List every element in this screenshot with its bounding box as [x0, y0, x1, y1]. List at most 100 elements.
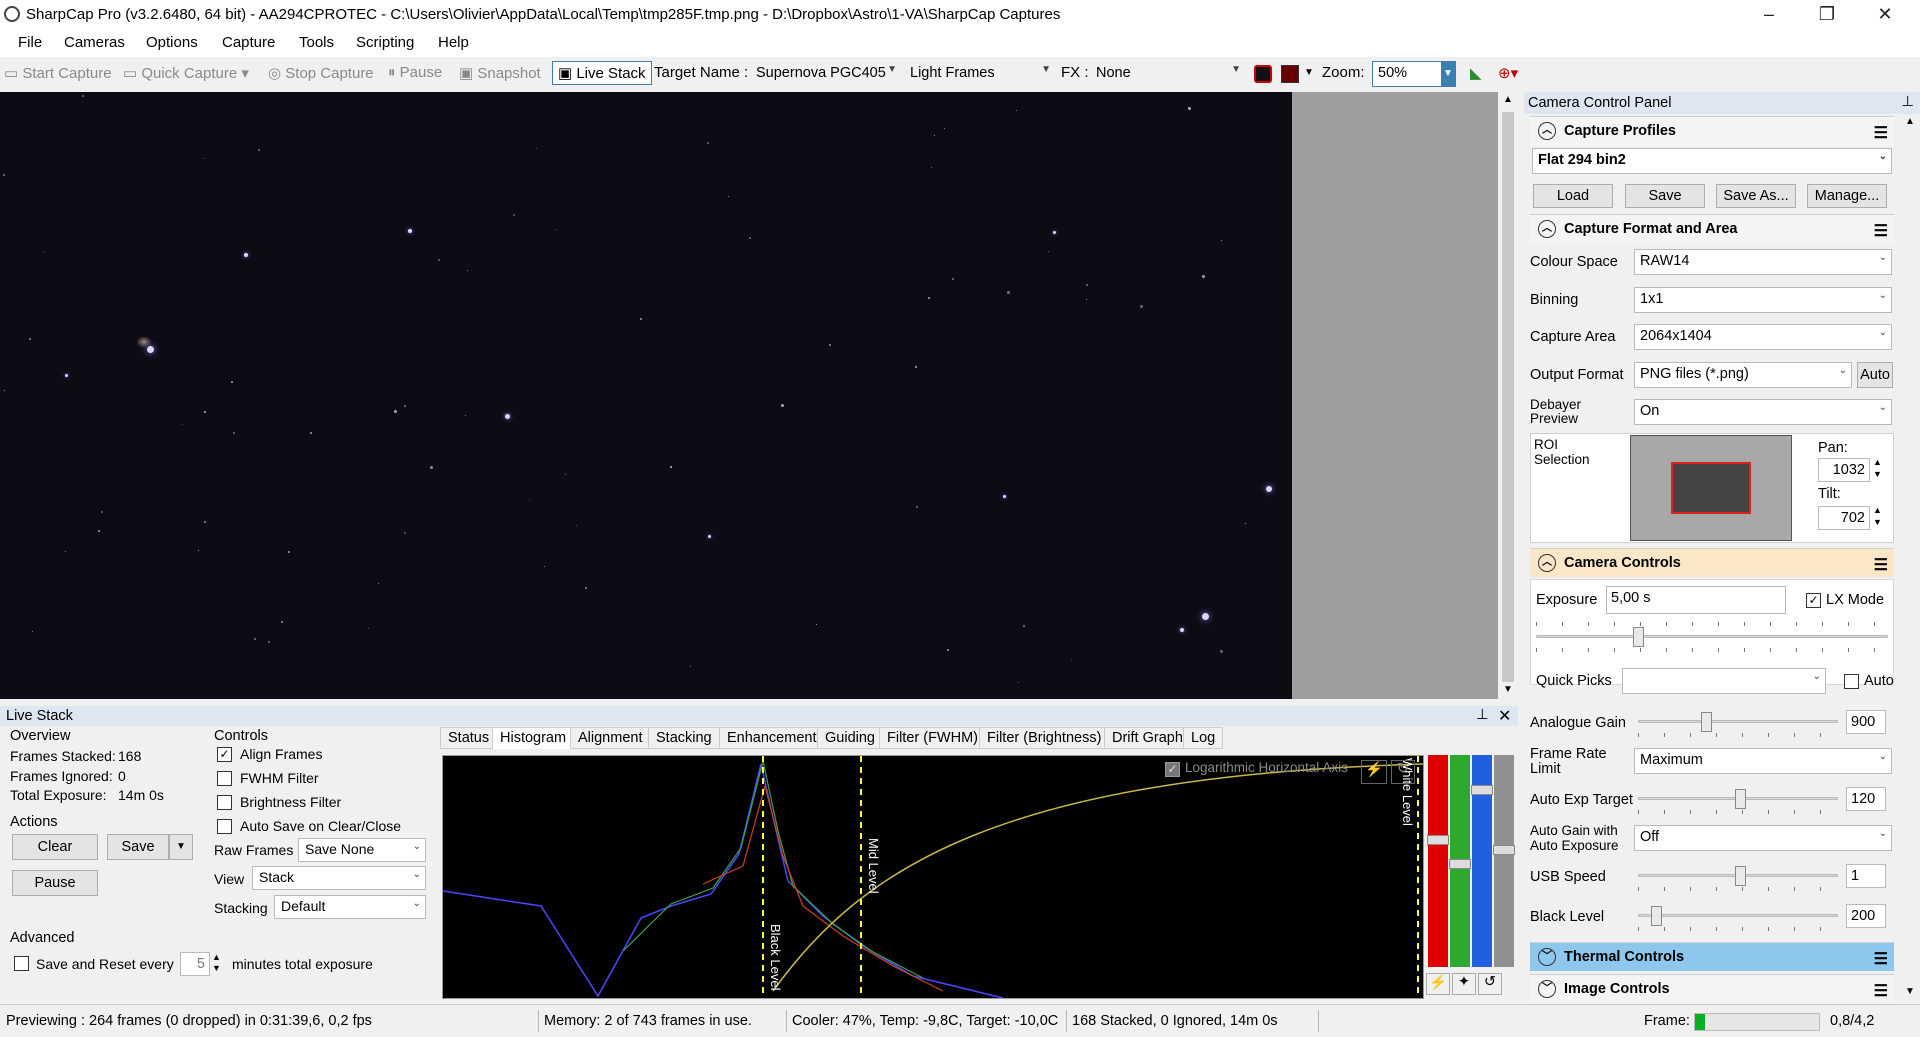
frames-type-combo[interactable]: Light Frames ▼ [904, 61, 1056, 87]
slider-thumb[interactable] [1471, 785, 1493, 795]
save-reset-checkbox[interactable] [14, 956, 29, 971]
tab-status[interactable]: Status [440, 727, 498, 749]
reset-icon[interactable]: ↻ [1391, 760, 1415, 784]
tab-stacking[interactable]: Stacking [648, 727, 720, 749]
pan-input[interactable]: 1032 [1818, 458, 1870, 482]
blue-channel-slider[interactable] [1471, 755, 1493, 967]
auto-gain-select[interactable]: Off ⌄ [1634, 825, 1892, 851]
menu-cameras[interactable]: Cameras [64, 34, 125, 51]
spinner-icon[interactable]: ▲ ▼ [1873, 456, 1882, 480]
tilt-input[interactable]: 702 [1818, 506, 1870, 530]
roi-rectangle[interactable] [1671, 462, 1751, 514]
capture-format-header[interactable]: ︿ Capture Format and Area ☰ [1530, 214, 1894, 243]
image-viewer[interactable] [0, 92, 1292, 699]
menu-file[interactable]: File [18, 34, 42, 51]
roi-preview[interactable] [1630, 435, 1792, 541]
snapshot-button[interactable]: ▣ Snapshot [459, 64, 541, 82]
red-channel-slider[interactable] [1427, 755, 1449, 967]
thermal-controls-header[interactable]: ﹀ Thermal Controls ☰ [1530, 942, 1894, 971]
star-balance-icon[interactable]: ✦ [1452, 973, 1476, 995]
exposure-input[interactable]: 5,00 s [1606, 586, 1786, 614]
slider-thumb[interactable] [1701, 712, 1712, 732]
tab-enhancement[interactable]: Enhancement [719, 727, 825, 749]
fwhm-filter-checkbox[interactable] [217, 771, 232, 786]
capture-area-select[interactable]: 2064x1404 ⌄ [1634, 324, 1892, 350]
brightness-filter-checkbox[interactable] [217, 795, 232, 810]
zoom-icon[interactable]: ⊕▾ [1498, 64, 1518, 82]
minimize-button[interactable]: – [1740, 0, 1798, 30]
clear-button[interactable]: Clear [12, 834, 98, 860]
zoom-combo[interactable]: 50% ▼ [1372, 61, 1456, 87]
auto-exp-slider[interactable] [1638, 789, 1838, 809]
pin-icon[interactable]: ⊥ [1476, 707, 1489, 723]
histogram-chart[interactable]: Black Level Mid Level White Level ✓ Loga… [442, 755, 1424, 999]
align-frames-checkbox[interactable]: ✓ [217, 747, 232, 762]
live-stack-button[interactable]: ▣ Live Stack [552, 61, 652, 85]
view-select[interactable]: Stack ⌄ [252, 866, 426, 890]
menu-icon[interactable]: ☰ [1874, 123, 1888, 143]
frame-rate-select[interactable]: Maximum ⌄ [1634, 748, 1892, 774]
close-icon[interactable]: ✕ [1498, 706, 1511, 726]
raw-frames-select[interactable]: Save None ⌄ [298, 838, 426, 862]
record-icon[interactable] [1254, 65, 1272, 83]
maximize-button[interactable]: ❐ [1798, 0, 1856, 30]
stacking-select[interactable]: Default ⌄ [274, 895, 426, 919]
save-profile-button[interactable]: Save [1625, 184, 1705, 208]
auto-save-checkbox[interactable] [217, 819, 232, 834]
slider-thumb[interactable] [1633, 627, 1644, 647]
scroll-up-icon[interactable]: ▲ [1503, 94, 1513, 105]
histogram-icon[interactable]: ◣ [1470, 64, 1482, 82]
load-button[interactable]: Load [1533, 184, 1613, 208]
scroll-down-icon[interactable]: ▼ [1905, 986, 1915, 997]
auto-format-button[interactable]: Auto [1857, 362, 1893, 388]
collapse-icon[interactable]: ︿ [1538, 122, 1556, 140]
menu-icon[interactable]: ☰ [1874, 221, 1888, 241]
slider-thumb[interactable] [1427, 835, 1449, 845]
quick-capture-button[interactable]: ▭ Quick Capture ▾ [123, 64, 249, 82]
fx-combo[interactable]: None ▼ [1090, 61, 1246, 87]
collapse-icon[interactable]: ︿ [1538, 220, 1556, 238]
quick-picks-select[interactable]: ⌄ [1622, 668, 1826, 694]
auto-exp-input[interactable]: 120 [1846, 787, 1886, 811]
pause-stack-button[interactable]: Pause [12, 870, 98, 896]
usb-input[interactable]: 1 [1846, 864, 1886, 888]
lx-mode-checkbox[interactable]: ✓ [1806, 593, 1821, 608]
tab-filter-fwhm[interactable]: Filter (FWHM) [879, 727, 987, 749]
expand-icon[interactable]: ﹀ [1538, 948, 1556, 966]
menu-icon[interactable]: ☰ [1874, 981, 1888, 1001]
binning-select[interactable]: 1x1 ⌄ [1634, 287, 1892, 313]
green-channel-slider[interactable] [1449, 755, 1471, 967]
tab-log[interactable]: Log [1183, 727, 1224, 749]
gain-input[interactable]: 900 [1846, 710, 1886, 734]
image-controls-header[interactable]: ﹀ Image Controls ☰ [1530, 974, 1894, 1003]
menu-icon[interactable]: ☰ [1874, 949, 1888, 969]
spinner-icon[interactable]: ▲ ▼ [212, 952, 221, 974]
tab-alignment[interactable]: Alignment [570, 727, 651, 749]
close-button[interactable]: ✕ [1856, 0, 1914, 30]
menu-help[interactable]: Help [438, 34, 469, 51]
stop-capture-button[interactable]: ◎ Stop Capture [268, 64, 374, 82]
save-stack-button[interactable]: Save [107, 834, 169, 860]
tab-guiding[interactable]: Guiding [817, 727, 883, 749]
capture-profiles-header[interactable]: ︿ Capture Profiles ☰ [1530, 116, 1894, 145]
pause-button[interactable]: ⏸ Pause [388, 64, 442, 81]
scroll-down-icon[interactable]: ▼ [1503, 684, 1513, 695]
tab-filter-brightness[interactable]: Filter (Brightness) [979, 727, 1110, 749]
output-format-select[interactable]: PNG files (*.png) ⌄ [1634, 362, 1852, 388]
slider-thumb[interactable] [1735, 866, 1746, 886]
expand-icon[interactable]: ﹀ [1538, 980, 1556, 998]
start-capture-button[interactable]: ▭ Start Capture [4, 64, 112, 82]
black-level-slider[interactable] [1638, 906, 1838, 926]
save-options-button[interactable]: ▼ [169, 834, 193, 860]
profile-select[interactable]: Flat 294 bin2 ⌄ [1532, 148, 1892, 174]
menu-capture[interactable]: Capture [222, 34, 275, 51]
panel-scrollbar[interactable]: ▲ ▼ [1900, 114, 1920, 1004]
slider-thumb[interactable] [1651, 906, 1662, 926]
menu-scripting[interactable]: Scripting [356, 34, 414, 51]
scroll-up-icon[interactable]: ▲ [1905, 116, 1915, 127]
menu-tools[interactable]: Tools [299, 34, 334, 51]
minutes-input[interactable]: 5 [180, 952, 210, 976]
viewer-scrollbar[interactable]: ▲ ▼ [1498, 92, 1518, 699]
chevron-down-icon[interactable]: ▼ [1304, 67, 1314, 78]
auto-stretch-icon[interactable]: ⚡ [1361, 760, 1387, 784]
